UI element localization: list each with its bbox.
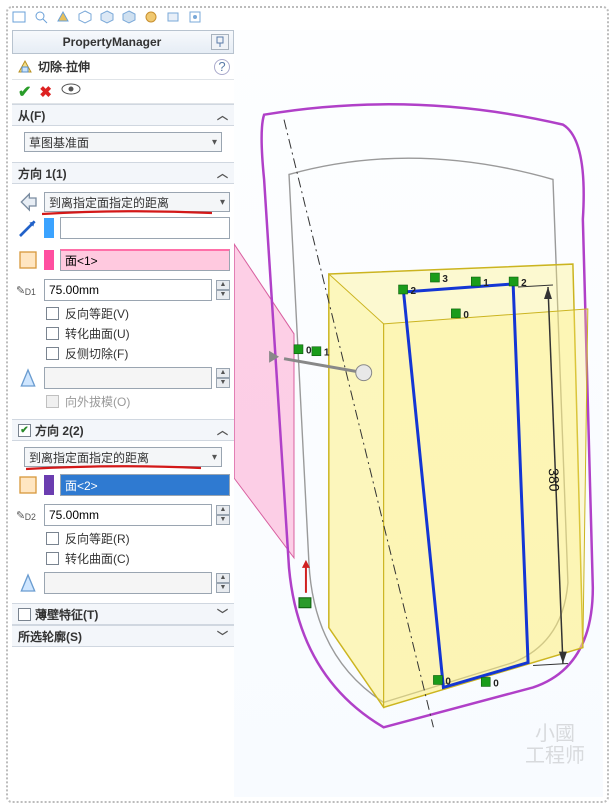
chevron-up-icon: ︿ [217, 422, 228, 438]
dir2-offset-input[interactable]: 75.00mm [44, 504, 212, 526]
chevron-down-icon: ﹀ [217, 606, 228, 622]
svg-text:2: 2 [521, 278, 527, 289]
feature-title: 切除-拉伸 [38, 58, 214, 75]
section-dir1-label: 方向 1(1) [18, 165, 67, 182]
section-contours-header[interactable]: 所选轮廓(S) ﹀ [12, 625, 234, 647]
dir2-draft-spinners[interactable]: ▲▼ [216, 573, 230, 593]
zoom-fit-icon[interactable] [10, 8, 28, 26]
watermark: 小國工程师 [525, 723, 585, 767]
section-dir1-body: 到离指定面指定的距离 面<1> ✎D1 75.00mm ▲▼ 反向等距(V) 转… [12, 184, 234, 419]
help-icon[interactable]: ? [214, 59, 230, 75]
section-dir2-body: 到离指定面指定的距离 面<2> ✎D2 75.00mm ▲▼ 反向等距(R) 转… [12, 441, 234, 603]
draft-icon[interactable] [16, 366, 40, 390]
dir1-direction-field[interactable] [60, 217, 230, 239]
chevron-up-icon: ︿ [217, 107, 228, 123]
face-swatch-2 [44, 475, 54, 495]
dir2-enable-checkbox[interactable]: ✔ [18, 424, 31, 437]
dir2-end-condition-dropdown[interactable]: 到离指定面指定的距离 [24, 447, 222, 467]
property-manager-panel: PropertyManager 切除-拉伸 ? ✔ ✖ 从(F) ︿ 草图基准面… [12, 30, 234, 797]
graphics-viewport[interactable]: 380 0 1 2 3 1 2 0 0 0 小國工程师 [234, 30, 603, 797]
edit-appearance-icon[interactable] [142, 8, 160, 26]
display-style-icon[interactable] [98, 8, 116, 26]
property-manager-header: PropertyManager [12, 30, 234, 54]
dir2-face-field[interactable]: 面<2> [60, 474, 230, 496]
heads-up-toolbar [10, 6, 204, 28]
svg-text:380: 380 [546, 468, 563, 492]
face-select-icon[interactable] [16, 473, 40, 497]
cancel-button[interactable]: ✖ [39, 83, 52, 101]
property-manager-title: PropertyManager [13, 35, 211, 49]
section-thin-label: 薄壁特征(T) [35, 606, 98, 623]
cut-extrude-icon [16, 58, 34, 76]
accept-reject-row: ✔ ✖ [12, 80, 234, 104]
face-swatch [44, 250, 54, 270]
hide-show-icon[interactable] [120, 8, 138, 26]
section-from-header[interactable]: 从(F) ︿ [12, 104, 234, 126]
apply-scene-icon[interactable] [164, 8, 182, 26]
dir1-offset-input[interactable]: 75.00mm [44, 279, 212, 301]
thin-enable-checkbox[interactable] [18, 608, 31, 621]
svg-text:D2: D2 [25, 512, 36, 522]
dir1-end-condition-dropdown[interactable]: 到离指定面指定的距离 [44, 192, 230, 212]
dir1-translate-surface-checkbox[interactable]: 转化曲面(U) [46, 325, 230, 342]
dir1-face-field[interactable]: 面<1> [60, 249, 230, 271]
view-settings-icon[interactable] [186, 8, 204, 26]
zoom-icon[interactable] [32, 8, 50, 26]
svg-text:0: 0 [306, 346, 312, 357]
section-thin-header[interactable]: 薄壁特征(T) ﹀ [12, 603, 234, 625]
svg-text:0: 0 [445, 676, 451, 687]
svg-text:2: 2 [411, 286, 417, 297]
dir2-translate-surface-checkbox[interactable]: 转化曲面(C) [46, 550, 230, 567]
view-orientation-icon[interactable] [76, 8, 94, 26]
origin-triad-icon [299, 560, 311, 608]
dir2-offset-spinners[interactable]: ▲▼ [216, 505, 230, 525]
svg-text:1: 1 [483, 278, 489, 289]
direction-vector-icon[interactable] [16, 216, 40, 240]
section-icon[interactable] [54, 8, 72, 26]
svg-text:3: 3 [442, 274, 448, 285]
dir2-reverse-offset-checkbox[interactable]: 反向等距(R) [46, 530, 230, 547]
section-dir2-label: 方向 2(2) [35, 422, 84, 439]
svg-text:0: 0 [493, 678, 499, 689]
face-select-icon[interactable] [16, 248, 40, 272]
svg-text:0: 0 [463, 310, 469, 321]
section-contours-label: 所选轮廓(S) [18, 628, 82, 645]
chevron-down-icon: ﹀ [217, 628, 228, 644]
dir1-draft-spinners[interactable]: ▲▼ [216, 368, 230, 388]
offset-distance-icon: ✎D1 [16, 278, 40, 302]
preview-toggle-icon[interactable] [60, 82, 82, 101]
svg-text:D1: D1 [25, 287, 36, 297]
feature-title-row: 切除-拉伸 ? [12, 54, 234, 80]
chevron-up-icon: ︿ [217, 165, 228, 181]
offset-distance-icon: ✎D2 [16, 503, 40, 527]
svg-text:1: 1 [324, 348, 330, 359]
dir-vector-swatch [44, 218, 54, 238]
dir1-draft-angle-input[interactable] [44, 367, 212, 389]
draft-icon[interactable] [16, 571, 40, 595]
from-start-condition-dropdown[interactable]: 草图基准面 [24, 132, 222, 152]
section-from-body: 草图基准面 [12, 126, 234, 162]
dir1-reverse-offset-checkbox[interactable]: 反向等距(V) [46, 305, 230, 322]
accept-button[interactable]: ✔ [18, 82, 31, 102]
dir1-offset-spinners[interactable]: ▲▼ [216, 280, 230, 300]
section-dir2-header[interactable]: ✔ 方向 2(2) ︿ [12, 419, 234, 441]
dir2-draft-angle-input[interactable] [44, 572, 212, 594]
reverse-direction-icon[interactable] [16, 190, 40, 214]
pin-panel-button[interactable] [211, 34, 229, 50]
dir1-flip-side-checkbox[interactable]: 反侧切除(F) [46, 345, 230, 362]
section-from-label: 从(F) [18, 107, 45, 124]
dir1-draft-outward-checkbox: 向外拔模(O) [46, 393, 230, 410]
section-dir1-header[interactable]: 方向 1(1) ︿ [12, 162, 234, 184]
